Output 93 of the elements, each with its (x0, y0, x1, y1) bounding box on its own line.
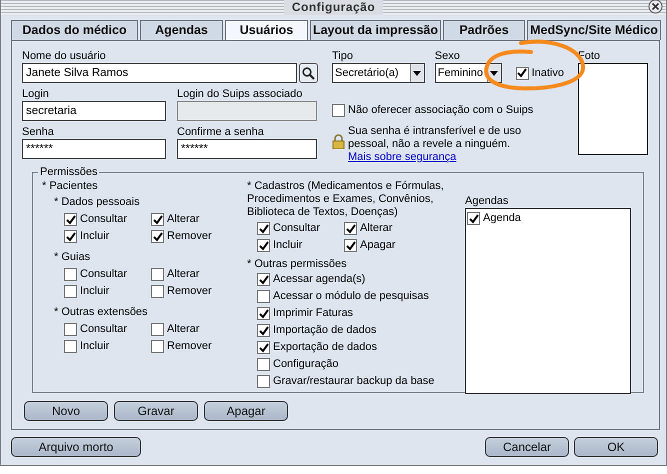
security-link[interactable]: Mais sobre segurança (348, 151, 456, 164)
checkbox-label: Remover (167, 230, 212, 243)
checkbox-label: Consultar (273, 222, 320, 235)
checkbox-label: Imprimir Faturas (273, 307, 354, 320)
checkbox[interactable] (64, 340, 77, 353)
checkbox-label: Alterar (360, 222, 392, 235)
lock-icon (332, 134, 345, 149)
field-label: Nome do usuário (22, 50, 107, 63)
checkbox[interactable] (344, 239, 357, 252)
checkbox[interactable] (151, 230, 164, 243)
checkbox[interactable] (151, 323, 164, 336)
input-field[interactable]: Janete Silva Ramos (22, 63, 298, 83)
input-field[interactable]: secretaria (22, 101, 166, 121)
checkbox-label: Incluir (80, 340, 110, 353)
checkbox-label: Apagar (360, 239, 396, 252)
group-title: * Guias (54, 251, 92, 264)
checkbox-label: Alterar (167, 323, 200, 336)
checkbox[interactable] (64, 230, 77, 243)
checkbox-label: Acessar agenda(s) (273, 273, 366, 286)
search-button[interactable] (299, 63, 318, 83)
checkbox[interactable] (257, 358, 270, 371)
tab[interactable]: MedSync/Site Médico (527, 20, 661, 40)
checkbox-label: Remover (167, 340, 212, 353)
checkbox-label: Acessar o módulo de pesquisas (273, 290, 429, 303)
checkbox[interactable] (257, 341, 270, 354)
close-icon[interactable] (648, 0, 663, 14)
list-label: Agendas (465, 195, 510, 208)
checkbox[interactable] (64, 285, 77, 298)
checkbox[interactable] (257, 239, 270, 252)
checkbox[interactable] (516, 66, 529, 80)
tab[interactable]: Usuários (225, 20, 308, 40)
checkbox[interactable] (151, 340, 164, 353)
checkbox-label: Incluir (80, 285, 110, 298)
field-label: Confirme a senha (177, 126, 265, 139)
field-label: Login do Suips associado (177, 88, 304, 101)
checkbox-label: Incluir (80, 230, 110, 243)
field-label: Tipo (332, 50, 354, 63)
group-title: * Outras extensões (54, 306, 149, 319)
checkbox[interactable] (151, 268, 164, 281)
caret-icon (413, 70, 422, 76)
section-title: Permissões (39, 166, 98, 179)
checkbox-label: Alterar (167, 268, 200, 281)
group-title: * Pacientes (42, 180, 99, 193)
button[interactable]: Arquivo morto (11, 437, 141, 457)
group-title: * Cadastros (Medicamentos e Fórmulas, Procedimentos e Exames, Convênios, Biblioteca de Textos, Doenças) (247, 180, 445, 219)
checkbox[interactable] (344, 222, 357, 235)
tab[interactable]: Dados do médico (11, 20, 138, 40)
checkbox[interactable] (257, 375, 270, 388)
checkbox[interactable] (257, 307, 270, 320)
checkbox-label: Alterar (167, 213, 200, 226)
checkbox-label: Consultar (80, 323, 128, 336)
checkbox-label: Configuração (273, 358, 338, 371)
tab[interactable]: Agendas (140, 20, 223, 40)
tab[interactable]: Padrões (443, 20, 525, 40)
checkbox-label: Gravar/restaurar backup da base (273, 375, 434, 388)
checkbox[interactable] (257, 290, 270, 303)
checkbox-label: Importação de dados (273, 324, 376, 337)
checkbox-label: Inativo (532, 66, 564, 80)
checkbox-label: Consultar (80, 268, 128, 281)
caret-icon (490, 70, 498, 76)
checkbox[interactable] (257, 273, 270, 286)
checkbox[interactable] (64, 268, 77, 281)
field-label: Sexo (434, 50, 461, 63)
checkbox-label: Incluir (273, 239, 302, 252)
button[interactable]: Novo (24, 401, 108, 421)
dropdown[interactable]: Secretário(a) (332, 63, 425, 83)
input-field[interactable]: ****** (22, 139, 166, 159)
checkbox-label: Consultar (80, 213, 128, 226)
dropdown[interactable]: Feminino (434, 63, 502, 83)
checkbox[interactable] (151, 285, 164, 298)
checkbox-label: Exportação de dados (273, 341, 377, 354)
checkbox[interactable] (257, 222, 270, 235)
button[interactable]: Apagar (204, 401, 288, 421)
group-title: * Outras permissões (247, 258, 348, 271)
button[interactable]: OK (574, 437, 658, 457)
checkbox-label: Não oferecer associação com o Suips (348, 104, 534, 117)
input-field[interactable]: ****** (177, 139, 317, 159)
window-title: Configuração (284, 0, 384, 15)
field-label: Senha (22, 126, 55, 139)
checkbox-label: Remover (167, 285, 212, 298)
checkbox[interactable] (332, 104, 345, 117)
tab[interactable]: Layout da impressão (310, 20, 441, 40)
checkbox[interactable] (151, 213, 164, 226)
field-label: Login (22, 88, 50, 101)
security-note: Sua senha é intransferível e de uso pessoal, não a revele a ninguém. (348, 125, 522, 151)
button[interactable]: Gravar (114, 401, 198, 421)
checkbox-label: Agenda (483, 212, 521, 225)
checkbox[interactable] (257, 324, 270, 337)
checkbox[interactable] (467, 212, 480, 225)
checkbox[interactable] (64, 323, 77, 336)
group-title: * Dados pessoais (54, 196, 141, 209)
button[interactable]: Cancelar (485, 437, 569, 457)
checkbox[interactable] (64, 213, 77, 226)
